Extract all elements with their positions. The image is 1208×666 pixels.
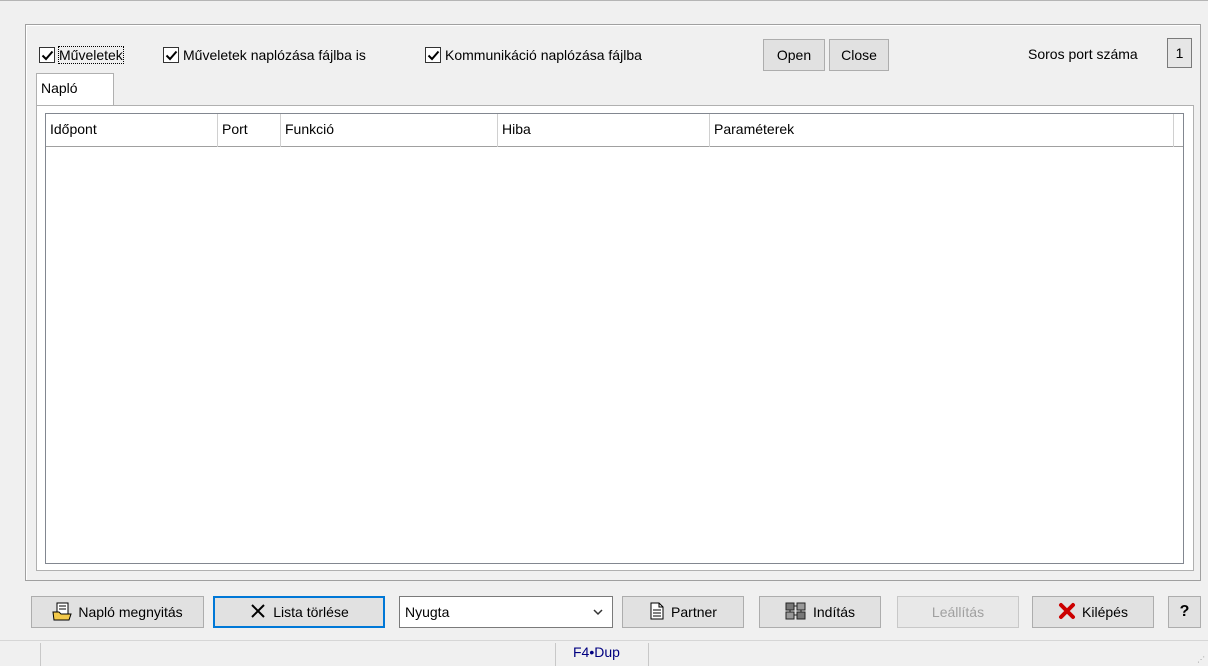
open-log-button[interactable]: Napló megnyitás xyxy=(31,596,204,628)
open-log-icon xyxy=(52,601,73,624)
partner-label: Partner xyxy=(671,604,717,620)
comm-log-checkbox[interactable]: Kommunikáció naplózása fájlba xyxy=(425,45,642,65)
column-header-parameterek[interactable]: Paraméterek xyxy=(710,114,1174,147)
status-separator xyxy=(648,643,649,666)
resize-grip-icon[interactable]: ⋰ xyxy=(1197,655,1205,664)
clear-list-button[interactable]: Lista törlése xyxy=(213,596,385,628)
column-header-funkcio[interactable]: Funkció xyxy=(281,114,498,147)
checkbox-check-icon xyxy=(163,47,179,63)
tab-naplo-label: Napló xyxy=(41,80,78,96)
muveletek-checkbox[interactable]: Műveletek xyxy=(39,45,124,65)
column-header-port[interactable]: Port xyxy=(218,114,281,147)
start-label: Indítás xyxy=(812,604,856,620)
open-log-label: Napló megnyitás xyxy=(78,604,183,620)
help-button[interactable]: ? xyxy=(1168,596,1201,628)
column-header-hiba[interactable]: Hiba xyxy=(498,114,710,147)
exit-x-icon xyxy=(1058,602,1076,623)
serial-port-value[interactable]: 1 xyxy=(1167,38,1192,68)
status-shortcut: F4•Dup xyxy=(573,644,620,660)
stop-button[interactable]: Leállítás xyxy=(897,596,1019,628)
serial-port-label: Soros port száma xyxy=(1028,46,1138,62)
open-port-button[interactable]: Open xyxy=(763,39,825,71)
receipt-type-value: Nyugta xyxy=(405,604,450,620)
receipt-type-select[interactable]: Nyugta xyxy=(399,596,613,628)
chevron-down-icon xyxy=(592,605,604,621)
log-table[interactable]: Időpont Port Funkció Hiba Paraméterek xyxy=(45,113,1184,564)
checkbox-check-icon xyxy=(39,47,55,63)
partner-button[interactable]: Partner xyxy=(622,596,744,628)
status-bar: F4•Dup ⋰ xyxy=(0,640,1208,666)
column-header-idopont[interactable]: Időpont xyxy=(46,114,218,147)
muveletek-label: Műveletek xyxy=(58,46,124,64)
exit-button[interactable]: Kilépés xyxy=(1032,596,1154,628)
close-port-button[interactable]: Close xyxy=(829,39,889,71)
window-top-border xyxy=(0,0,1208,1)
tab-naplo[interactable]: Napló xyxy=(36,73,114,106)
start-icon xyxy=(785,601,807,624)
status-separator xyxy=(555,643,556,666)
exit-label: Kilépés xyxy=(1082,604,1128,620)
clear-x-icon xyxy=(249,602,267,623)
status-separator xyxy=(40,643,41,666)
log-to-file-label: Műveletek naplózása fájlba is xyxy=(183,47,366,63)
partner-document-icon xyxy=(649,602,665,623)
start-button[interactable]: Indítás xyxy=(759,596,881,628)
checkbox-check-icon xyxy=(425,47,441,63)
log-to-file-checkbox[interactable]: Műveletek naplózása fájlba is xyxy=(163,45,366,65)
comm-log-label: Kommunikáció naplózása fájlba xyxy=(445,47,642,63)
table-header: Időpont Port Funkció Hiba Paraméterek xyxy=(46,114,1183,147)
clear-list-label: Lista törlése xyxy=(273,604,349,620)
